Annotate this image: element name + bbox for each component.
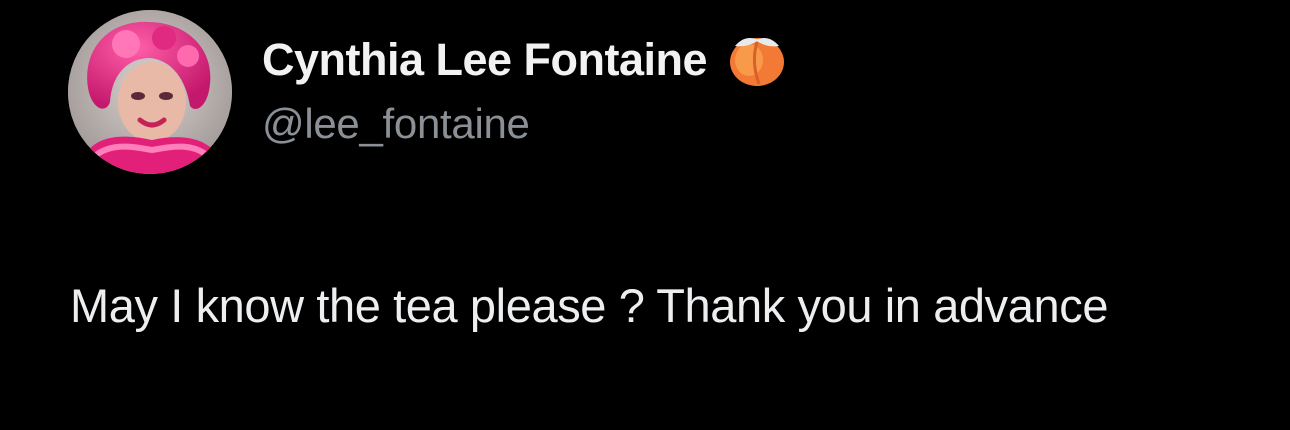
author-handle[interactable]: @lee_fontaine: [262, 100, 530, 148]
peach-icon: [725, 32, 789, 88]
tweet-card: Cynthia Lee Fontaine @lee_fontaine May I…: [0, 0, 1290, 430]
display-name[interactable]: Cynthia Lee Fontaine: [262, 34, 708, 86]
tweet-text: May I know the tea please ? Thank you in…: [70, 279, 1109, 332]
author-line: Cynthia Lee Fontaine: [262, 28, 789, 92]
avatar-photo: [68, 10, 232, 174]
avatar[interactable]: [68, 10, 232, 174]
